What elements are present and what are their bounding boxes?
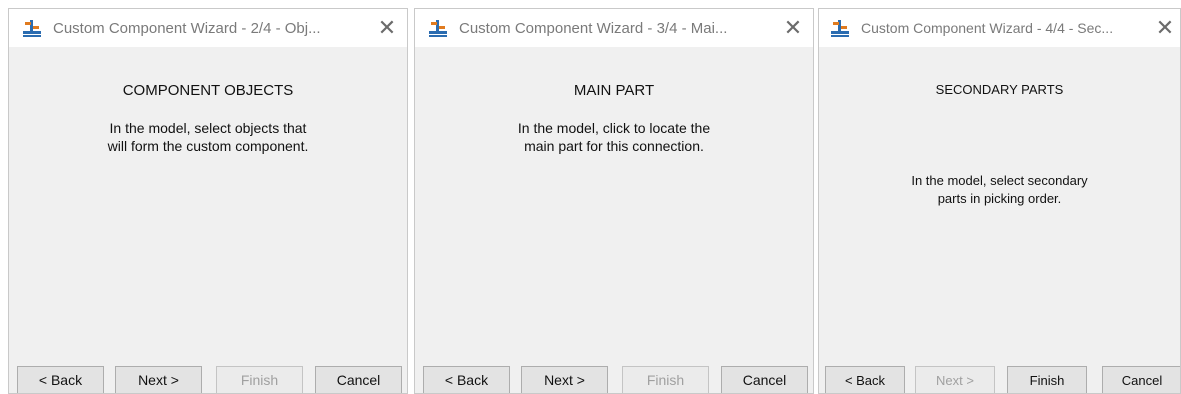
window-title: Custom Component Wizard - 2/4 - Obj... (53, 19, 321, 37)
step-heading: MAIN PART (573, 82, 655, 99)
finish-button[interactable]: Finish (1007, 366, 1087, 393)
next-button[interactable]: Next > (115, 366, 202, 393)
cancel-button[interactable]: Cancel (721, 366, 808, 393)
title-bar[interactable]: Custom Component Wizard - 4/4 - Sec... ✕ (819, 9, 1180, 47)
window-title: Custom Component Wizard - 3/4 - Mai... (459, 19, 728, 37)
window-title: Custom Component Wizard - 4/4 - Sec... (861, 20, 1114, 36)
finish-button[interactable]: Finish (622, 366, 709, 393)
app-icon (831, 20, 849, 37)
app-icon (23, 20, 41, 37)
wizard-window-component-objects: Custom Component Wizard - 2/4 - Obj... ✕… (8, 8, 408, 394)
cancel-button[interactable]: Cancel (1102, 366, 1180, 393)
close-icon[interactable]: ✕ (1150, 9, 1180, 47)
finish-button[interactable]: Finish (216, 366, 303, 393)
back-button[interactable]: < Back (423, 366, 510, 393)
title-bar[interactable]: Custom Component Wizard - 3/4 - Mai... ✕ (415, 9, 813, 47)
button-row: < Back Next > Finish Cancel (9, 366, 407, 393)
step-instructions: In the model, select secondary parts in … (911, 173, 1088, 206)
cancel-button[interactable]: Cancel (315, 366, 402, 393)
button-row: < Back Next > Finish Cancel (415, 366, 813, 393)
button-row: < Back Next > Finish Cancel (819, 366, 1180, 393)
step-instructions: In the model, select objects that will f… (107, 120, 309, 154)
back-button[interactable]: < Back (825, 366, 905, 393)
step-heading: SECONDARY PARTS (935, 82, 1064, 97)
close-icon[interactable]: ✕ (367, 9, 407, 47)
wizard-window-secondary-parts: Custom Component Wizard - 4/4 - Sec... ✕… (818, 8, 1181, 394)
next-button[interactable]: Next > (915, 366, 995, 393)
step-instructions: In the model, click to locate the main p… (517, 120, 711, 154)
title-bar[interactable]: Custom Component Wizard - 2/4 - Obj... ✕ (9, 9, 407, 47)
next-button[interactable]: Next > (521, 366, 608, 393)
app-icon (429, 20, 447, 37)
step-heading: COMPONENT OBJECTS (122, 82, 294, 99)
close-icon[interactable]: ✕ (773, 9, 813, 47)
wizard-window-main-part: Custom Component Wizard - 3/4 - Mai... ✕… (414, 8, 814, 394)
back-button[interactable]: < Back (17, 366, 104, 393)
